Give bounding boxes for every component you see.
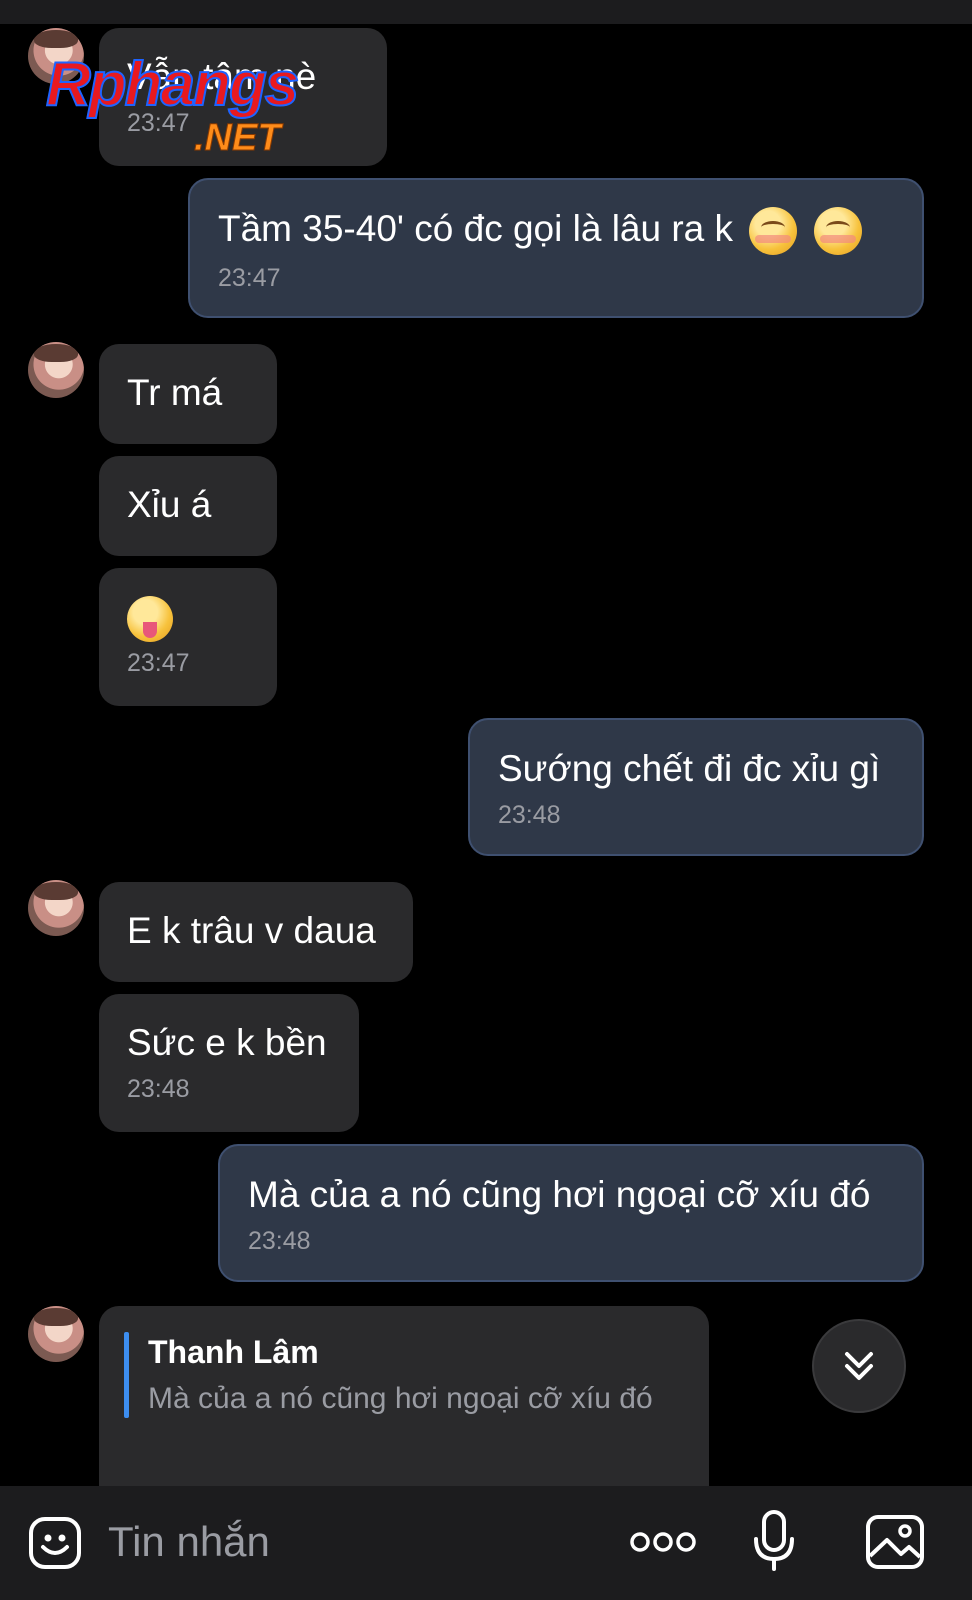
message-time: 23:48 bbox=[127, 1075, 190, 1103]
reply-accent-bar bbox=[124, 1332, 129, 1418]
reply-quoted-text: Mà của a nó cũng hơi ngoại cỡ xíu đó bbox=[148, 1382, 653, 1415]
message-text: Xỉu á bbox=[127, 484, 212, 525]
message-outgoing[interactable]: Mà của a nó cũng hơi ngoại cỡ xíu đó 23:… bbox=[218, 1144, 924, 1282]
double-chevron-down-icon bbox=[845, 1352, 873, 1380]
message-text: Tr má bbox=[127, 372, 223, 413]
message-outgoing[interactable]: Tầm 35-40' có đc gọi là lâu ra k 23:47 bbox=[188, 178, 924, 318]
message-time: 23:47 bbox=[218, 264, 281, 293]
message-text: E k trâu v daua bbox=[127, 910, 376, 951]
message-text: Mà của a nó cũng hơi ngoại cỡ xíu đó bbox=[248, 1174, 871, 1215]
status-bar bbox=[0, 0, 972, 24]
gallery-button[interactable] bbox=[864, 1512, 926, 1572]
message-time: 23:47 bbox=[127, 649, 190, 678]
emoji-button[interactable] bbox=[26, 1514, 84, 1572]
message-text: Sướng chết đi đc xỉu gì bbox=[498, 748, 881, 789]
watermark-logo: Rphangs bbox=[45, 50, 300, 119]
blush-emoji-icon bbox=[813, 207, 862, 256]
blush-emoji-icon bbox=[749, 207, 798, 256]
avatar[interactable] bbox=[28, 342, 84, 398]
smiley-icon bbox=[29, 1517, 81, 1569]
avatar[interactable] bbox=[28, 880, 84, 936]
message-composer: Tin nhắn bbox=[0, 1486, 972, 1600]
watermark-suffix: .NET bbox=[194, 117, 282, 159]
message-time: 23:48 bbox=[498, 801, 561, 829]
zany-face-emoji-icon bbox=[127, 596, 173, 643]
message-input[interactable]: Tin nhắn bbox=[108, 1512, 270, 1572]
more-button[interactable] bbox=[628, 1522, 698, 1562]
voice-button[interactable] bbox=[750, 1508, 798, 1574]
message-incoming[interactable]: Tr má bbox=[99, 344, 277, 444]
message-incoming[interactable]: Xỉu á bbox=[99, 456, 277, 556]
scroll-to-bottom-button[interactable] bbox=[812, 1319, 906, 1413]
message-time: 23:48 bbox=[248, 1227, 311, 1255]
message-incoming[interactable]: 23:47 bbox=[99, 568, 277, 706]
image-icon bbox=[866, 1515, 924, 1569]
chat-thread[interactable]: Vẫn tâm nè 23:47 Tầm 35-40' có đc gọi là… bbox=[0, 24, 972, 1486]
message-outgoing[interactable]: Sướng chết đi đc xỉu gì 23:48 bbox=[468, 718, 924, 856]
message-text: Tầm 35-40' có đc gọi là lâu ra k bbox=[218, 208, 734, 249]
message-text: Sức e k bền bbox=[127, 1022, 327, 1063]
reply-author: Thanh Lâm bbox=[148, 1334, 319, 1370]
microphone-icon bbox=[754, 1510, 794, 1571]
avatar[interactable] bbox=[28, 1306, 84, 1362]
message-incoming[interactable]: E k trâu v daua bbox=[99, 882, 413, 982]
message-incoming[interactable]: Sức e k bền 23:48 bbox=[99, 994, 359, 1132]
more-dots-icon bbox=[630, 1532, 696, 1552]
